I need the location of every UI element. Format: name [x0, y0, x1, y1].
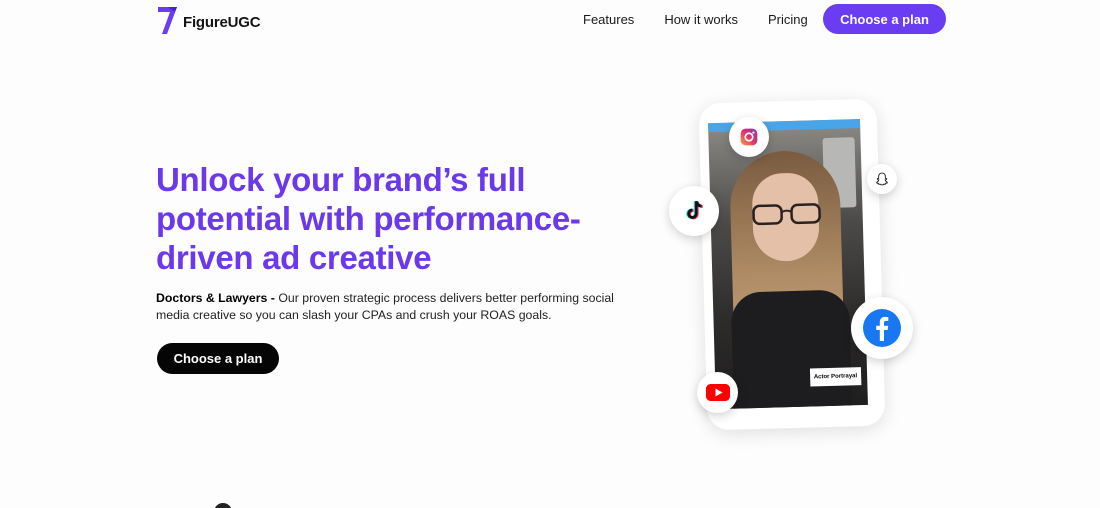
glasses-icon — [752, 203, 821, 226]
hero-title-line-3: driven ad creative — [156, 239, 432, 276]
instagram-icon — [740, 128, 758, 146]
header-choose-plan-button[interactable]: Choose a plan — [823, 4, 946, 34]
facebook-icon — [863, 309, 901, 347]
actor-portrayal-label: Actor Portrayal — [809, 367, 862, 387]
nav-pricing-link[interactable]: Pricing — [768, 12, 808, 27]
person-body — [730, 289, 853, 410]
snapchat-icon — [876, 172, 888, 186]
youtube-icon — [705, 384, 730, 401]
snapchat-bubble — [867, 164, 897, 194]
nav-how-it-works-link[interactable]: How it works — [664, 12, 738, 27]
youtube-bubble — [697, 372, 738, 413]
logo-text: FigureUGC — [183, 14, 261, 31]
hero-title: Unlock your brand’s full potential with … — [156, 160, 626, 277]
hero-choose-plan-button[interactable]: Choose a plan — [157, 343, 279, 374]
logo[interactable]: FigureUGC — [156, 4, 261, 36]
main-nav: Features How it works Pricing — [583, 12, 833, 27]
phone-screen-video: Actor Portrayal — [708, 119, 868, 410]
hero-description-audience: Doctors & Lawyers - — [156, 291, 275, 305]
facebook-bubble — [851, 297, 913, 359]
tiktok-bubble — [669, 186, 719, 236]
logo-mark-icon — [158, 7, 177, 34]
next-section-decoration — [214, 503, 232, 508]
hero-title-line-2: potential with performance- — [156, 200, 581, 237]
tiktok-icon — [686, 200, 703, 220]
hero-description: Doctors & Lawyers - Our proven strategic… — [156, 290, 631, 324]
instagram-bubble — [729, 117, 769, 157]
hero-title-line-1: Unlock your brand’s full — [156, 161, 526, 198]
nav-features-link[interactable]: Features — [583, 12, 634, 27]
